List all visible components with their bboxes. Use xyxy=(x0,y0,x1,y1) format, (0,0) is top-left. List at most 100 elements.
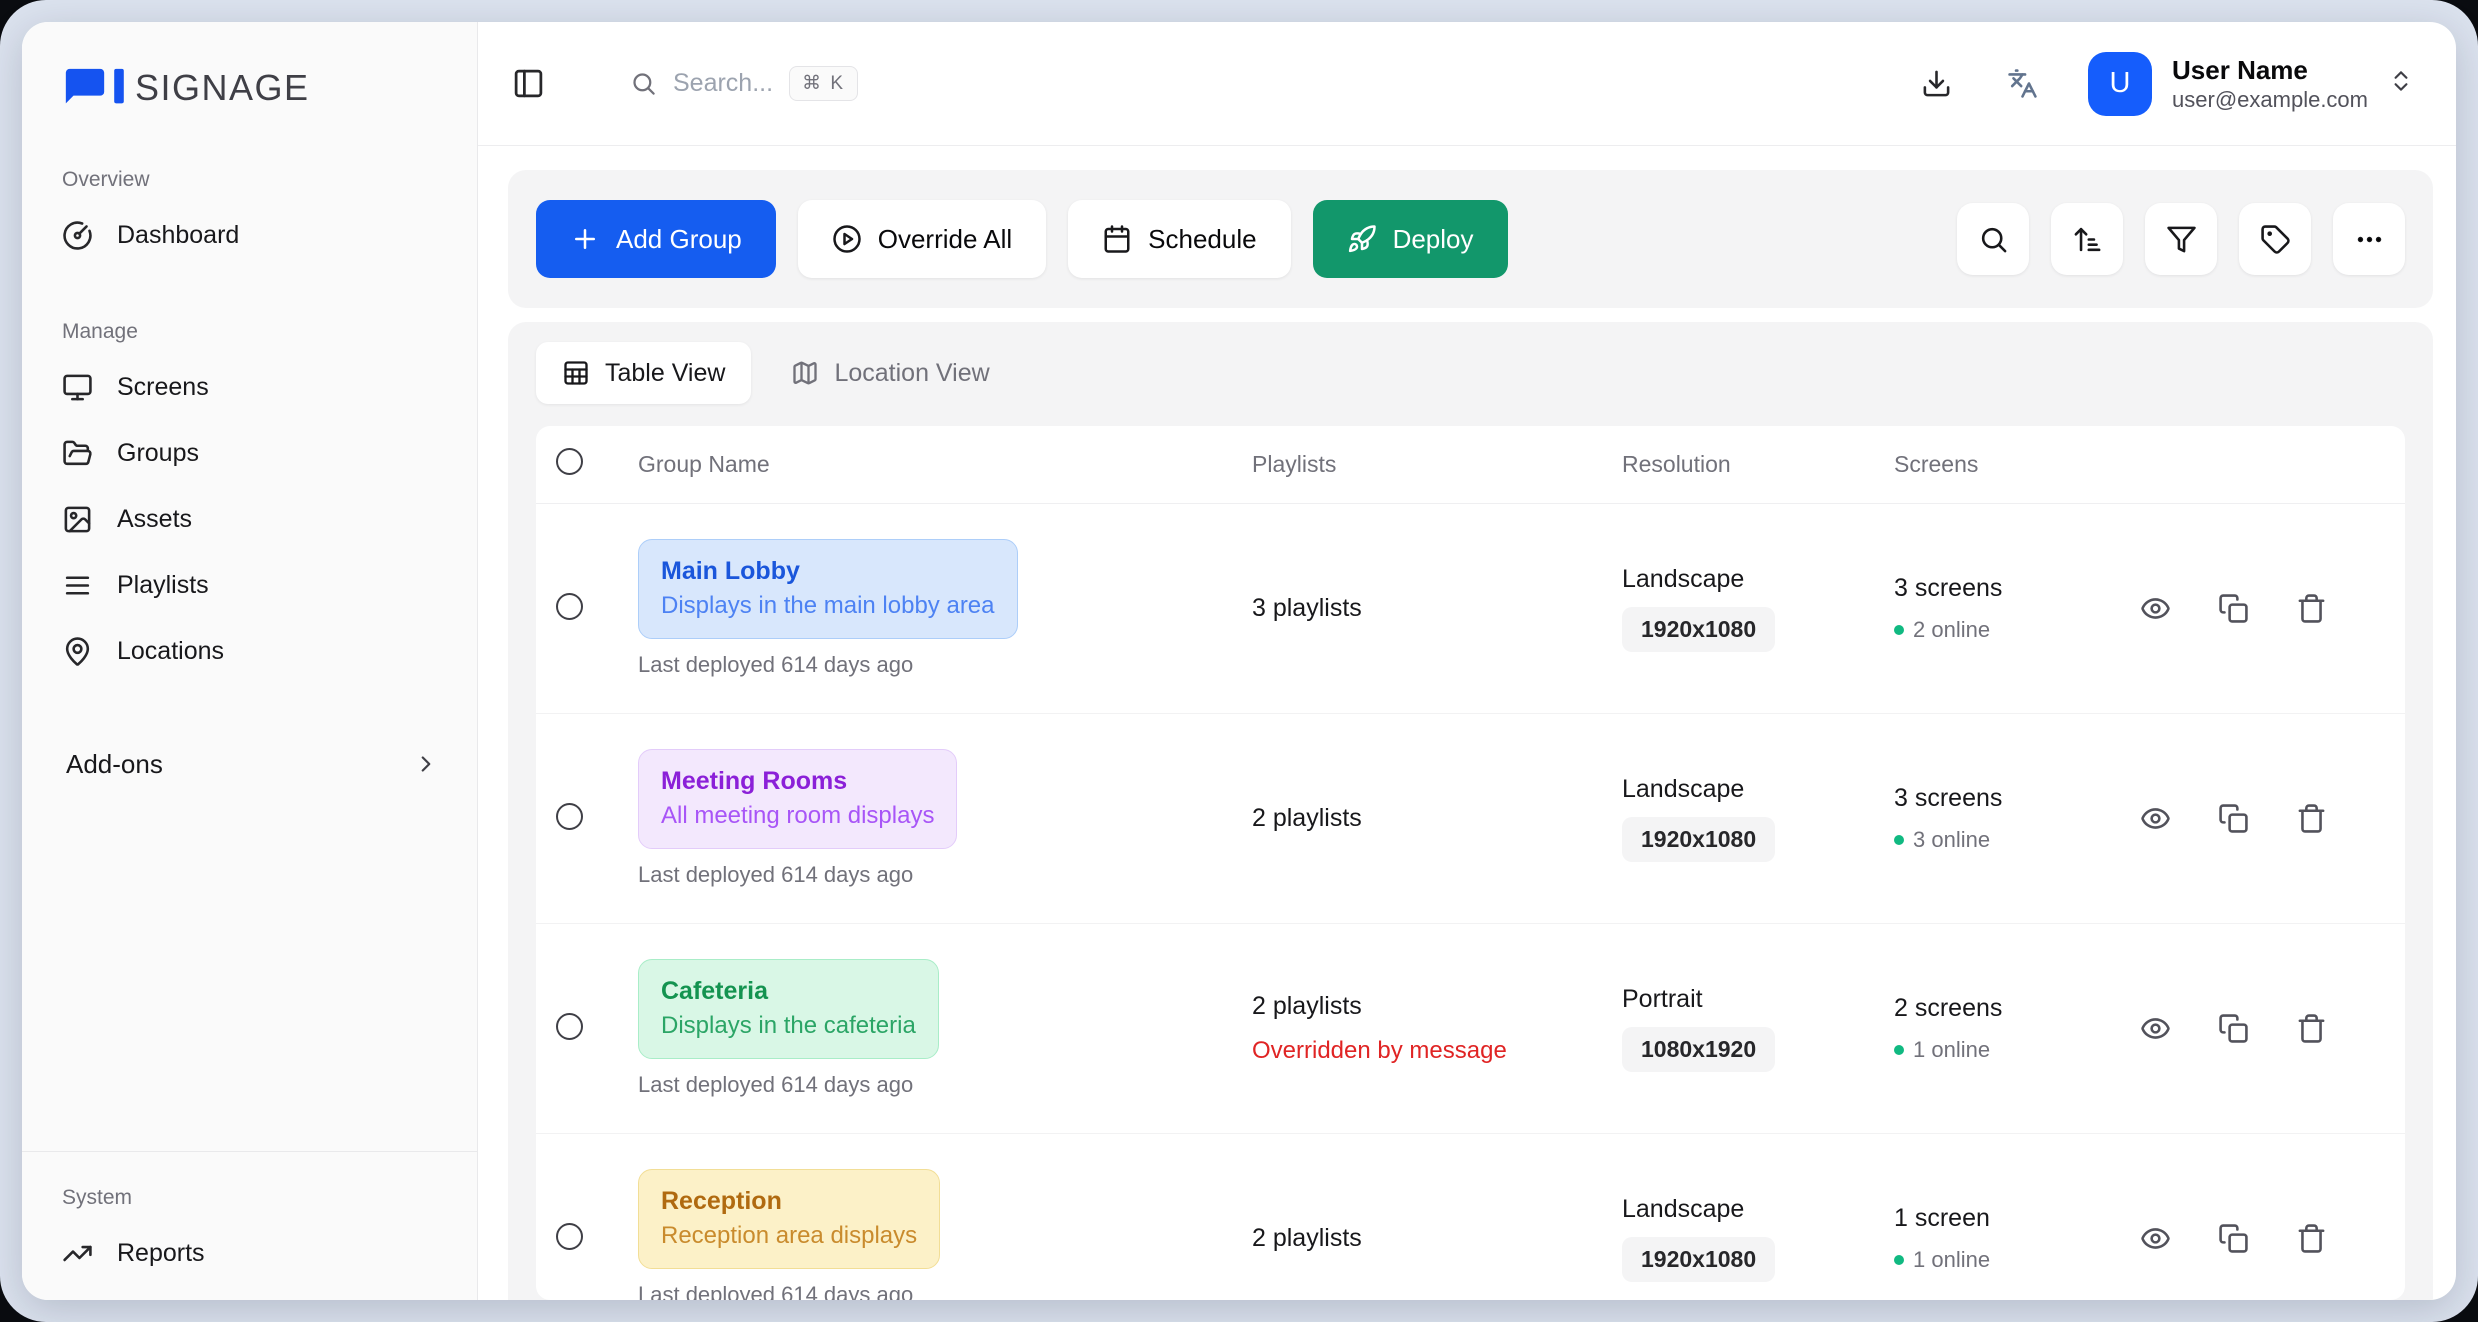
copy-icon xyxy=(2218,1013,2249,1044)
schedule-button[interactable]: Schedule xyxy=(1068,200,1290,278)
group-badge[interactable]: Cafeteria Displays in the cafeteria xyxy=(638,959,939,1058)
table-search-button[interactable] xyxy=(1957,203,2029,275)
add-group-button[interactable]: Add Group xyxy=(536,200,776,278)
override-all-label: Override All xyxy=(878,224,1012,255)
delete-group-button[interactable] xyxy=(2294,802,2328,836)
sidebar-item-dashboard[interactable]: Dashboard xyxy=(22,202,477,268)
chevrons-up-down-icon xyxy=(2388,68,2414,99)
copy-icon xyxy=(2218,803,2249,834)
delete-group-button[interactable] xyxy=(2294,592,2328,626)
sidebar-item-label: Assets xyxy=(117,505,192,534)
sidebar: SIGNAGE Overview Dashboard Manage Screen… xyxy=(22,22,478,1300)
sidebar-item-playlists[interactable]: Playlists xyxy=(22,552,477,618)
row-checkbox[interactable] xyxy=(556,1223,583,1250)
sidebar-item-screens[interactable]: Screens xyxy=(22,354,477,420)
search-placeholder: Search... xyxy=(673,69,773,98)
deploy-button[interactable]: Deploy xyxy=(1313,200,1508,278)
table-row: Main Lobby Displays in the main lobby ar… xyxy=(536,504,2405,714)
duplicate-group-button[interactable] xyxy=(2216,592,2250,626)
search-input[interactable]: Search... ⌘ K xyxy=(630,66,858,101)
select-all-checkbox[interactable] xyxy=(556,448,583,475)
online-count: 3 online xyxy=(1913,827,1990,853)
panel-left-icon xyxy=(512,67,545,100)
online-status-dot xyxy=(1894,1045,1904,1055)
group-toolbar: Add Group Override All Schedule Deploy xyxy=(508,170,2433,308)
playlists-count: 2 playlists xyxy=(1252,804,1622,833)
view-group-button[interactable] xyxy=(2138,802,2172,836)
row-checkbox[interactable] xyxy=(556,593,583,620)
rocket-icon xyxy=(1347,224,1377,254)
group-badge[interactable]: Main Lobby Displays in the main lobby ar… xyxy=(638,539,1018,638)
delete-group-button[interactable] xyxy=(2294,1012,2328,1046)
trash-icon xyxy=(2296,1013,2327,1044)
view-group-button[interactable] xyxy=(2138,1012,2172,1046)
sidebar-item-label: Groups xyxy=(117,439,199,468)
resolution-badge: 1920x1080 xyxy=(1622,1237,1775,1282)
online-status-dot xyxy=(1894,625,1904,635)
last-deployed: Last deployed 614 days ago xyxy=(638,1282,1252,1300)
group-badge[interactable]: Reception Reception area displays xyxy=(638,1169,940,1268)
list-icon xyxy=(62,570,93,601)
addons-label: Add-ons xyxy=(66,749,163,780)
user-menu[interactable]: U User Name user@example.com xyxy=(2088,52,2414,116)
sidebar-item-groups[interactable]: Groups xyxy=(22,420,477,486)
online-count: 1 online xyxy=(1913,1037,1990,1063)
search-icon xyxy=(630,70,657,97)
folder-open-icon xyxy=(62,438,93,469)
orientation: Landscape xyxy=(1622,775,1894,804)
duplicate-group-button[interactable] xyxy=(2216,802,2250,836)
filter-button[interactable] xyxy=(2145,203,2217,275)
group-badge[interactable]: Meeting Rooms All meeting room displays xyxy=(638,749,957,848)
chevron-right-icon xyxy=(413,751,439,777)
add-group-label: Add Group xyxy=(616,224,742,255)
playlists-count: 2 playlists xyxy=(1252,1224,1622,1253)
duplicate-group-button[interactable] xyxy=(2216,1222,2250,1256)
row-checkbox[interactable] xyxy=(556,1013,583,1040)
tab-table-label: Table View xyxy=(605,359,725,388)
row-checkbox[interactable] xyxy=(556,803,583,830)
more-actions-button[interactable] xyxy=(2333,203,2405,275)
online-status-dot xyxy=(1894,1255,1904,1265)
last-deployed: Last deployed 614 days ago xyxy=(638,1072,1252,1098)
download-button[interactable] xyxy=(1916,64,1956,104)
column-group-name: Group Name xyxy=(612,451,1252,478)
sidebar-footer: System Reports xyxy=(22,1151,477,1300)
trash-icon xyxy=(2296,803,2327,834)
language-button[interactable] xyxy=(2002,64,2042,104)
tab-location-view[interactable]: Location View xyxy=(765,342,1015,404)
pisignage-logo-icon xyxy=(62,65,125,111)
trending-up-icon xyxy=(62,1238,93,1269)
tab-table-view[interactable]: Table View xyxy=(536,342,751,404)
sort-button[interactable] xyxy=(2051,203,2123,275)
copy-icon xyxy=(2218,1223,2249,1254)
schedule-label: Schedule xyxy=(1148,224,1256,255)
sidebar-item-label: Dashboard xyxy=(117,221,239,250)
play-circle-icon xyxy=(832,224,862,254)
sidebar-item-addons[interactable]: Add-ons xyxy=(22,732,477,796)
tab-location-label: Location View xyxy=(834,359,989,388)
view-group-button[interactable] xyxy=(2138,1222,2172,1256)
last-deployed: Last deployed 614 days ago xyxy=(638,862,1252,888)
delete-group-button[interactable] xyxy=(2294,1222,2328,1256)
sidebar-toggle-button[interactable] xyxy=(508,64,548,104)
screens-count: 3 screens xyxy=(1894,574,2132,603)
content: Add Group Override All Schedule Deploy xyxy=(478,146,2456,1300)
orientation: Landscape xyxy=(1622,565,1894,594)
duplicate-group-button[interactable] xyxy=(2216,1012,2250,1046)
sidebar-item-reports[interactable]: Reports xyxy=(22,1220,477,1286)
eye-icon xyxy=(2140,1223,2171,1254)
funnel-icon xyxy=(2166,224,2197,255)
sidebar-item-locations[interactable]: Locations xyxy=(22,618,477,684)
table-body: Main Lobby Displays in the main lobby ar… xyxy=(536,504,2405,1300)
groups-table: Group Name Playlists Resolution Screens … xyxy=(536,426,2405,1300)
tags-button[interactable] xyxy=(2239,203,2311,275)
search-shortcut-badge: ⌘ K xyxy=(789,66,858,101)
view-tabs: Table View Location View xyxy=(536,342,2405,404)
sidebar-item-assets[interactable]: Playlists Assets xyxy=(22,486,477,552)
topbar-right: U User Name user@example.com xyxy=(1916,52,2414,116)
eye-icon xyxy=(2140,1013,2171,1044)
table-row: Reception Reception area displays Last d… xyxy=(536,1134,2405,1300)
override-all-button[interactable]: Override All xyxy=(798,200,1046,278)
view-group-button[interactable] xyxy=(2138,592,2172,626)
screens-count: 1 screen xyxy=(1894,1204,2132,1233)
